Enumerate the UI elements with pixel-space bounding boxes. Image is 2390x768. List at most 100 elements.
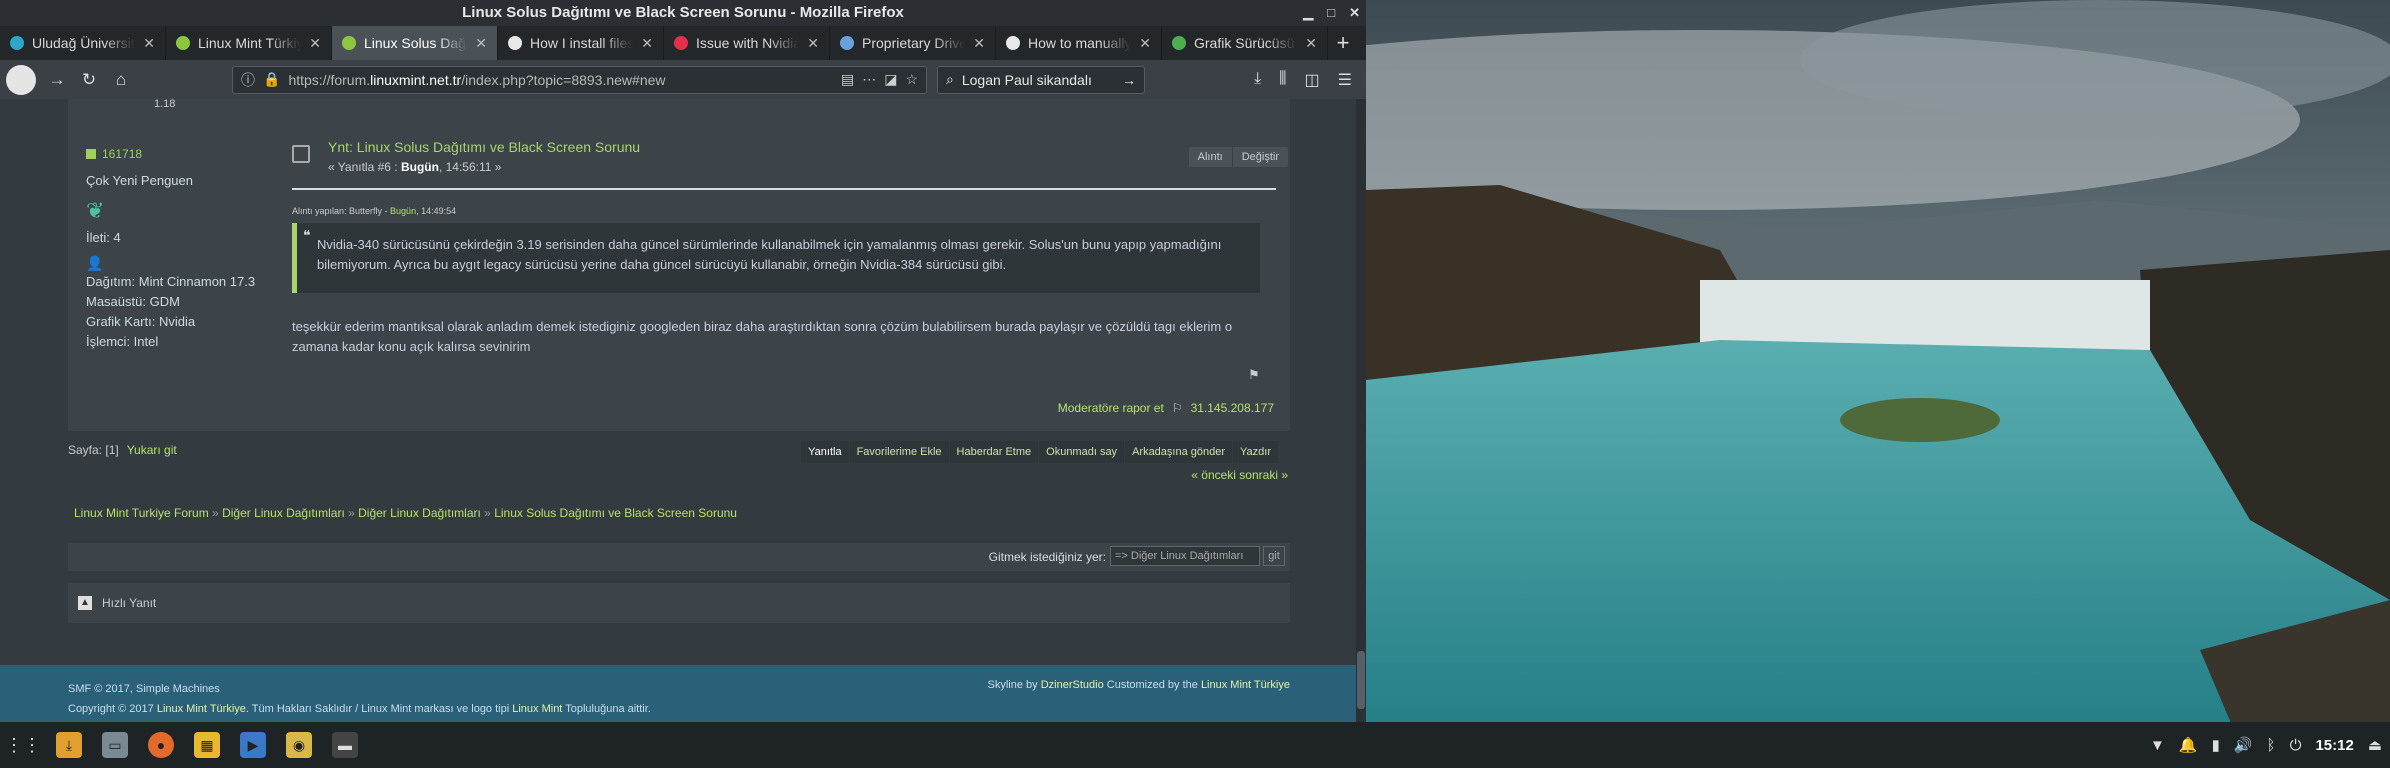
tab-linuxmint[interactable]: Linux Mint Türkiye ✕ bbox=[166, 26, 332, 60]
show-desktop-icon[interactable]: ⏏ bbox=[2368, 736, 2382, 754]
theme-credit: Skyline by DzinerStudio Customized by th… bbox=[987, 679, 1290, 691]
power-icon[interactable]: ⏻ bbox=[2290, 737, 2302, 754]
window-titlebar: Linux Solus Dağıtımı ve Black Screen Sor… bbox=[0, 0, 1366, 26]
app-menu-icon[interactable]: ⋮⋮ bbox=[5, 732, 41, 758]
smf-credit[interactable]: SMF © 2017, Simple Machines bbox=[68, 679, 651, 699]
tab-close-icon[interactable]: ✕ bbox=[143, 35, 155, 52]
edit-button[interactable]: Değiştir bbox=[1231, 147, 1288, 167]
reply-button[interactable]: Yanıtla bbox=[801, 441, 849, 463]
jump-to-select[interactable]: => Diğer Linux Dağıtımları bbox=[1110, 546, 1260, 566]
info-icon[interactable]: ⓘ bbox=[241, 70, 255, 90]
volume-icon[interactable]: 🔊 bbox=[2234, 736, 2253, 754]
breadcrumb: Linux Mint Turkiye Forum » Diğer Linux D… bbox=[74, 506, 737, 520]
previous-post-fragment: 1.18 bbox=[154, 99, 176, 110]
sidebar-icon[interactable]: ◫ bbox=[1305, 70, 1320, 90]
url-text[interactable]: https://forum.linuxmint.net.tr/index.php… bbox=[288, 72, 833, 88]
bluetooth-icon[interactable]: ᛒ bbox=[2267, 737, 2276, 754]
post-title[interactable]: Ynt: Linux Solus Dağıtımı ve Black Scree… bbox=[328, 139, 640, 155]
taskbar: ⋮⋮ ⤓ ▭ ● ▦ ▶ ◉ ▬ ▼ 🔔 ▮ 🔊 ᛒ ⏻ 15:12 ⏏ bbox=[0, 722, 2390, 768]
new-tab-button[interactable]: + bbox=[1328, 26, 1358, 60]
tab-manually[interactable]: How to manually ✕ bbox=[996, 26, 1162, 60]
close-icon[interactable]: ✕ bbox=[1349, 0, 1360, 26]
home-icon[interactable]: ⌂ bbox=[110, 70, 132, 90]
go-up-link[interactable]: Yukarı git bbox=[127, 443, 177, 457]
minimize-icon[interactable]: ▁ bbox=[1303, 0, 1313, 26]
profile-icon[interactable]: 👤 bbox=[86, 255, 276, 272]
search-bar[interactable]: ⌕ Logan Paul sikandalı → bbox=[937, 65, 1145, 94]
copyright: Copyright © 2017 Linux Mint Türkiye. Tüm… bbox=[68, 703, 651, 715]
firefox-icon[interactable]: ● bbox=[148, 732, 174, 758]
add-favorites-button[interactable]: Favorilerime Ekle bbox=[849, 441, 949, 463]
report-to-moderator-link[interactable]: Moderatöre rapor et bbox=[1058, 401, 1164, 415]
moderate-icon[interactable]: ⚑ bbox=[1248, 367, 1260, 383]
tab-close-icon[interactable]: ✕ bbox=[641, 35, 653, 52]
back-button[interactable] bbox=[6, 64, 36, 95]
quote-button[interactable]: Alıntı bbox=[1189, 147, 1232, 167]
ip-icon: ⚐ bbox=[1171, 401, 1183, 415]
scrollbar-thumb[interactable] bbox=[1357, 651, 1365, 709]
software-center-icon[interactable]: ⤓ bbox=[56, 732, 82, 758]
clock[interactable]: 15:12 bbox=[2315, 737, 2353, 754]
file-manager-icon[interactable]: ▭ bbox=[102, 732, 128, 758]
breadcrumb-category[interactable]: Diğer Linux Dağıtımları bbox=[222, 506, 345, 520]
breadcrumb-topic[interactable]: Linux Solus Dağıtımı ve Black Screen Sor… bbox=[494, 506, 737, 520]
pagination-row: Sayfa: [1] Yukarı git Yanıtla Favorilerim… bbox=[68, 441, 1290, 482]
tab-proprietary[interactable]: Proprietary Drivers✕ bbox=[830, 26, 996, 60]
jump-to-label: Gitmek istediğiniz yer: bbox=[988, 550, 1106, 564]
page-indicator: Sayfa: [1] Yukarı git bbox=[68, 443, 177, 457]
tab-close-icon[interactable]: ✕ bbox=[1305, 35, 1317, 52]
nav-toolbar: → ↻ ⌂ ⓘ 🔒 https://forum.linuxmint.net.tr… bbox=[0, 60, 1366, 99]
print-button[interactable]: Yazdır bbox=[1233, 441, 1278, 463]
expand-icon[interactable]: ▲ bbox=[78, 596, 92, 610]
maximize-icon[interactable]: □ bbox=[1327, 0, 1335, 26]
url-bar[interactable]: ⓘ 🔒 https://forum.linuxmint.net.tr/index… bbox=[232, 65, 927, 94]
tab-close-icon[interactable]: ✕ bbox=[973, 35, 985, 52]
report-line: Moderatöre rapor et ⚐ 31.145.208.177 bbox=[1058, 401, 1274, 415]
wifi-icon[interactable]: ▼ bbox=[2150, 737, 2165, 754]
rank-leaf-icon: ❦ bbox=[86, 198, 105, 223]
tab-solus[interactable]: Linux Solus Dağıtımı✕ bbox=[332, 26, 498, 60]
tab-grafik[interactable]: Grafik Sürücüsü ✕ bbox=[1162, 26, 1328, 60]
poster-name[interactable]: 161718 bbox=[86, 147, 276, 161]
tab-close-icon[interactable]: ✕ bbox=[1139, 35, 1151, 52]
ip-address-link[interactable]: 31.145.208.177 bbox=[1191, 401, 1274, 415]
page-scrollbar[interactable] bbox=[1356, 99, 1366, 722]
notification-icon[interactable]: 🔔 bbox=[2179, 736, 2198, 754]
bookmark-star-icon[interactable]: ☆ bbox=[905, 71, 918, 88]
battery-icon[interactable]: ▮ bbox=[2212, 736, 2220, 754]
search-go-icon[interactable]: → bbox=[1122, 72, 1136, 88]
pocket-icon[interactable]: ◪ bbox=[884, 71, 897, 88]
tab-close-icon[interactable]: ✕ bbox=[309, 35, 321, 52]
menu-icon[interactable]: ☰ bbox=[1338, 70, 1352, 90]
mark-unread-button[interactable]: Okunmadı say bbox=[1039, 441, 1125, 463]
reader-view-icon[interactable]: ▤ bbox=[841, 71, 854, 88]
breadcrumb-forum[interactable]: Linux Mint Turkiye Forum bbox=[74, 506, 209, 520]
page-actions-icon[interactable]: ⋯ bbox=[862, 71, 876, 88]
tab-close-icon[interactable]: ✕ bbox=[475, 35, 487, 52]
quick-reply-bar[interactable]: ▲ Hızlı Yanıt bbox=[68, 583, 1290, 623]
tab-install-files[interactable]: How I install files ✕ bbox=[498, 26, 664, 60]
send-to-friend-button[interactable]: Arkadaşına gönder bbox=[1125, 441, 1233, 463]
tab-close-icon[interactable]: ✕ bbox=[807, 35, 819, 52]
post-meta: « Yanıtla #6 : Bugün, 14:56:11 » bbox=[328, 160, 502, 174]
breadcrumb-board[interactable]: Diğer Linux Dağıtımları bbox=[358, 506, 481, 520]
music-player-icon[interactable]: ◉ bbox=[286, 732, 312, 758]
files-icon[interactable]: ▦ bbox=[194, 732, 220, 758]
site-icon bbox=[1006, 36, 1020, 50]
topic-actions: Yanıtla Favorilerime Ekle Haberdar Etme … bbox=[801, 441, 1278, 463]
forward-icon[interactable]: → bbox=[46, 70, 68, 90]
library-icon[interactable]: ⫼ bbox=[1279, 70, 1286, 90]
downloads-icon[interactable]: ⤓ bbox=[1254, 70, 1261, 90]
tab-nvidia-issue[interactable]: Issue with Nvidia ✕ bbox=[664, 26, 830, 60]
poster-signature: Dağıtım: Mint Cinnamon 17.3 Masaüstü: GD… bbox=[86, 274, 256, 349]
tab-uludag[interactable]: Uludağ Üniversitesi✕ bbox=[0, 26, 166, 60]
online-status-icon bbox=[86, 149, 96, 159]
jump-go-button[interactable]: git bbox=[1263, 546, 1285, 566]
reload-icon[interactable]: ↻ bbox=[78, 70, 100, 90]
notify-button[interactable]: Haberdar Etme bbox=[949, 441, 1039, 463]
terminal-icon[interactable]: ▬ bbox=[332, 732, 358, 758]
prev-next-links[interactable]: « önceki sonraki » bbox=[1191, 468, 1288, 482]
poster-post-count: İleti: 4 bbox=[86, 230, 121, 245]
search-input[interactable]: Logan Paul sikandalı bbox=[962, 72, 1114, 88]
video-player-icon[interactable]: ▶ bbox=[240, 732, 266, 758]
